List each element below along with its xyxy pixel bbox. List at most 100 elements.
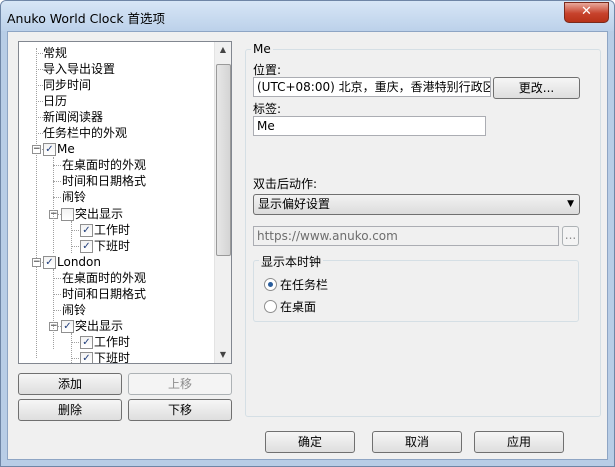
tag-input[interactable]: Me — [253, 116, 486, 136]
tag-label: 标签: — [253, 102, 282, 116]
tree-guide-line — [53, 269, 54, 349]
tree-connector — [36, 117, 43, 119]
tree-item-checkbox[interactable]: ✓ — [80, 239, 93, 253]
chevron-down-icon: ▼ — [567, 199, 574, 209]
tree-item-label: 下班时 — [94, 350, 131, 364]
location-label: 位置: — [253, 63, 282, 77]
window-title: Anuko World Clock 首选项 — [7, 11, 166, 26]
tree-item-label: London — [57, 254, 101, 269]
tree-connector — [71, 357, 79, 359]
tree-item[interactable]: 闹铃 — [19, 189, 214, 205]
tree-item[interactable]: ✓ 下班时 — [19, 350, 214, 364]
apply-button[interactable]: 应用 — [474, 431, 564, 453]
tree-item-checkbox[interactable] — [61, 207, 74, 221]
tree-item-label: 同步时间 — [43, 78, 92, 93]
tree-item-label: 在桌面时的外观 — [62, 270, 147, 285]
radio-taskbar-label[interactable]: 在任务栏 — [280, 276, 328, 293]
tree-connector — [36, 101, 43, 103]
tree-item[interactable]: 时间和日期格式 — [19, 173, 214, 189]
tree-item[interactable]: ✓ 下班时 — [19, 238, 214, 254]
close-icon: ✕ — [581, 4, 592, 19]
tree-connector — [36, 133, 43, 135]
double-click-label: 双击后动作: — [253, 177, 318, 191]
tree-item-label: 时间和日期格式 — [62, 174, 147, 189]
tree-item[interactable]: 闹铃 — [19, 302, 214, 318]
delete-button[interactable]: 删除 — [18, 399, 122, 421]
tree-item[interactable]: 任务栏中的外观 — [19, 125, 214, 141]
tree-item-checkbox[interactable]: ✓ — [43, 143, 56, 157]
tree-item-label: 突出显示 — [75, 206, 124, 221]
tree-item-label: 时间和日期格式 — [62, 286, 147, 301]
double-click-action-select[interactable]: 显示偏好设置 ▼ — [253, 194, 580, 215]
tree-item[interactable]: ✓ 工作时 — [19, 334, 214, 350]
tree-item[interactable]: − 突出显示 — [19, 206, 214, 222]
tree-item-label: Me — [57, 142, 75, 157]
tree-connector — [36, 53, 43, 54]
tree-item[interactable]: 新闻阅读器 — [19, 109, 214, 125]
tree-connector — [53, 197, 61, 199]
radio-desktop[interactable] — [264, 300, 277, 313]
url-field[interactable]: https://www.anuko.com — [253, 226, 559, 246]
cancel-button[interactable]: 取消 — [372, 431, 462, 453]
tree-item[interactable]: 导入导出设置 — [19, 61, 214, 77]
collapse-icon[interactable]: − — [32, 257, 41, 267]
tree-connector — [53, 165, 61, 167]
tree-item[interactable]: − ✓ London — [19, 254, 214, 270]
collapse-icon[interactable]: − — [32, 145, 41, 155]
clock-group-title: Me — [251, 42, 273, 56]
move-down-button[interactable]: 下移 — [128, 399, 232, 421]
tree-item[interactable]: 日历 — [19, 93, 214, 109]
tree-connector — [53, 181, 61, 183]
tree-item[interactable]: 在桌面时的外观 — [19, 270, 214, 286]
tree-item[interactable]: − ✓ Me — [19, 141, 214, 157]
change-location-button[interactable]: 更改... — [493, 77, 580, 99]
tree-item[interactable]: 时间和日期格式 — [19, 286, 214, 302]
tree-item-label: 下班时 — [94, 238, 131, 253]
tree-connector — [36, 69, 43, 71]
tree-scrollbar[interactable]: ▲ ▼ — [214, 42, 231, 363]
close-button[interactable]: ✕ — [564, 2, 609, 23]
tree-item[interactable]: − ✓ 突出显示 — [19, 318, 214, 334]
tree-item-checkbox[interactable]: ✓ — [80, 351, 93, 363]
show-clock-group-title: 显示本时钟 — [259, 253, 324, 270]
tree-connector — [71, 341, 79, 343]
tree-item-label: 任务栏中的外观 — [43, 126, 128, 141]
settings-tree[interactable]: 常规 导入导出设置 同步时间 日历 新闻阅读器 任务栏中的外观 − ✓ Me 在桌面时的外观 时间和… — [18, 41, 232, 364]
move-up-button[interactable]: 上移 — [128, 373, 232, 395]
tree-item-checkbox[interactable]: ✓ — [80, 223, 93, 237]
tree-connector — [71, 245, 79, 247]
tree-guide-line — [71, 333, 72, 363]
tree-item[interactable]: 在桌面时的外观 — [19, 157, 214, 173]
scroll-thumb[interactable] — [216, 64, 231, 256]
radio-taskbar[interactable] — [264, 278, 277, 291]
scroll-up-icon[interactable]: ▲ — [215, 42, 231, 58]
tree-item-label: 导入导出设置 — [43, 62, 116, 77]
tree-item[interactable]: 同步时间 — [19, 77, 214, 93]
tree-item-label: 闹铃 — [62, 302, 87, 317]
tree-connector — [36, 85, 43, 87]
browse-button[interactable]: ... — [562, 226, 579, 246]
tree-item-label: 日历 — [43, 94, 68, 109]
tree-connector — [53, 309, 61, 311]
tree-item[interactable]: 常规 — [19, 45, 214, 61]
dialog-body: 常规 导入导出设置 同步时间 日历 新闻阅读器 任务栏中的外观 − ✓ Me 在桌面时的外观 时间和… — [7, 31, 608, 460]
tree-connector — [53, 293, 61, 295]
tree-item-checkbox[interactable]: ✓ — [43, 255, 56, 269]
tree-item-checkbox[interactable]: ✓ — [61, 319, 74, 333]
ok-button[interactable]: 确定 — [265, 431, 355, 453]
tree-item-label: 突出显示 — [75, 318, 124, 333]
tree-connector — [53, 277, 61, 279]
double-click-action-value: 显示偏好设置 — [258, 197, 331, 211]
tree-item-label: 新闻阅读器 — [43, 110, 104, 125]
tree-item-checkbox[interactable]: ✓ — [80, 335, 93, 349]
radio-desktop-label[interactable]: 在桌面 — [280, 298, 316, 315]
title-bar: Anuko World Clock 首选项 ✕ — [1, 1, 614, 31]
tree-item-label: 在桌面时的外观 — [62, 158, 147, 173]
scroll-down-icon[interactable]: ▼ — [215, 347, 231, 363]
tree-guide-line — [53, 157, 54, 253]
location-field[interactable]: (UTC+08:00) 北京，重庆，香港特别行政区， — [253, 77, 491, 97]
tree-guide-line — [71, 221, 72, 253]
tree-item-label: 常规 — [43, 46, 68, 60]
tree-item[interactable]: ✓ 工作时 — [19, 222, 214, 238]
add-button[interactable]: 添加 — [18, 373, 122, 395]
